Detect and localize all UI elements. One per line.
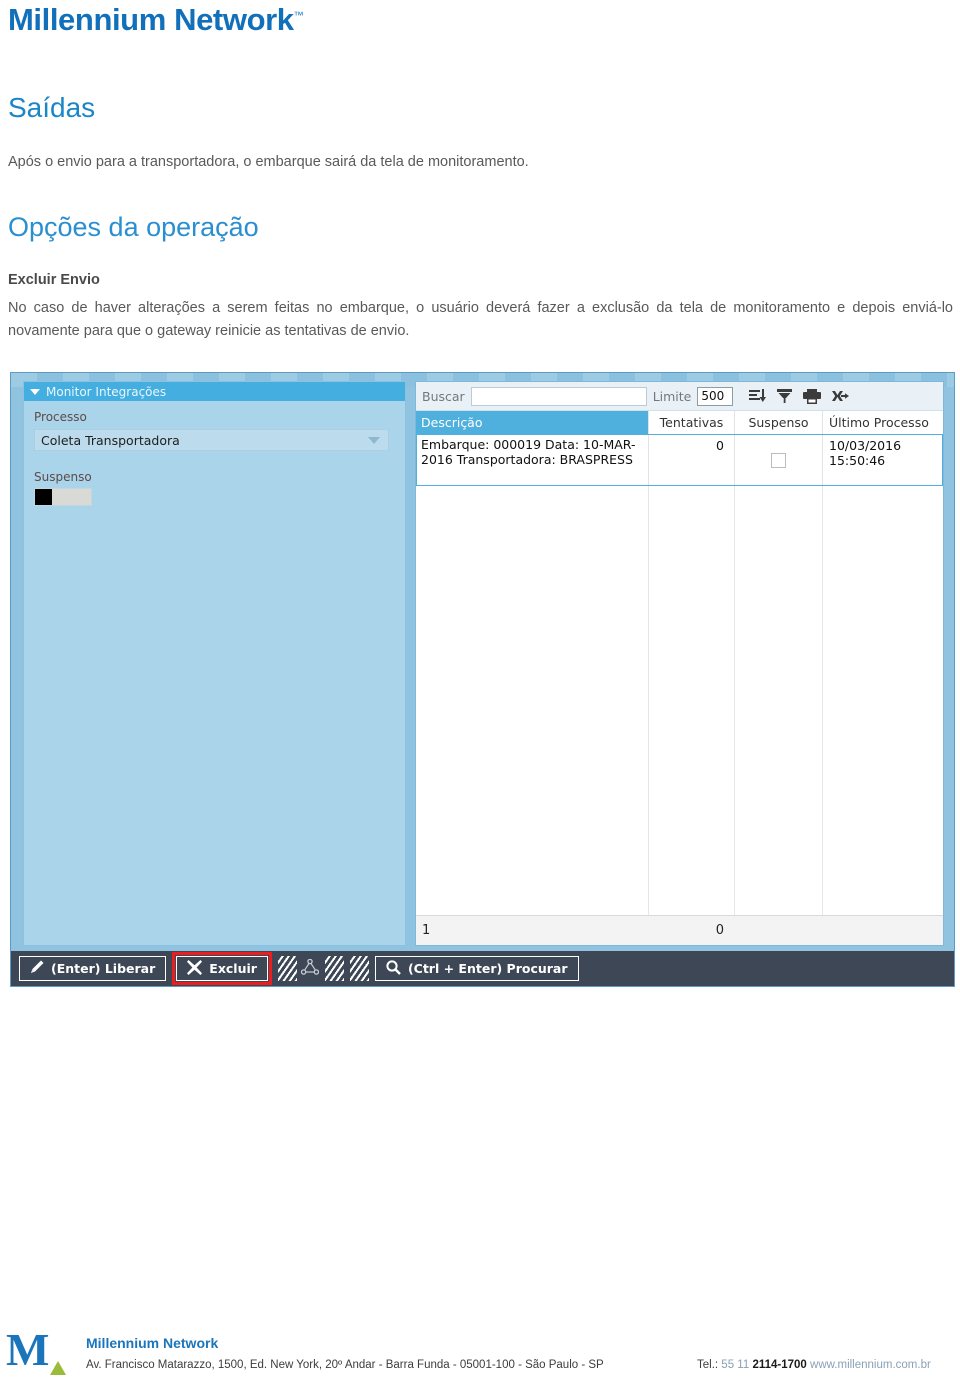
processo-selected-value: Coleta Transportadora [41,432,180,448]
document-page: Millennium Network™ Saídas Após o envio … [0,0,960,1387]
column-header-descricao[interactable]: Descrição [416,411,648,434]
filter-funnel-icon[interactable] [777,388,793,404]
empty-col-tentativas [648,486,734,915]
suspenso-checkbox[interactable] [771,452,786,468]
footer-brand: Millennium Network [86,1335,219,1351]
suspenso-toggle-knob[interactable] [35,489,52,505]
cell-ultimo-processo: 10/03/2016 15:50:46 [822,435,942,485]
excluir-button[interactable]: Excluir [176,956,268,981]
cell-suspenso[interactable] [734,435,822,485]
liberar-button[interactable]: (Enter) Liberar [19,956,167,981]
panel-title: Monitor Integrações [46,384,167,399]
processo-select[interactable]: Coleta Transportadora [34,429,389,451]
page-heading-opcoes: Opções da operação [8,212,259,242]
column-header-ultimo-processo[interactable]: Último Processo [822,411,943,434]
toolbar-separator-hatch-2 [324,956,344,981]
suspenso-label: Suspenso [34,470,92,484]
summary-row-count: 1 [422,923,431,938]
subheading-excluir-envio: Excluir Envio [8,272,100,288]
column-header-suspenso[interactable]: Suspenso [734,411,822,434]
caret-down-icon[interactable] [30,388,40,395]
results-panel: Buscar Limite 500 Descrição Tentativas S… [415,381,944,946]
toolbar-separator-hatch-3 [349,956,369,981]
empty-col-descricao [416,486,648,915]
buscar-label: Buscar [422,388,465,404]
grid-action-icons [749,388,850,404]
cell-descricao: Embarque: 000019 Data: 10-MAR-2016 Trans… [421,437,636,467]
page-heading-saidas: Saídas [8,92,96,123]
footer-contact: Tel.: 55 11 2114-1700 www.millennium.com… [697,1359,931,1371]
export-excel-icon[interactable] [832,389,850,404]
body-paragraph: No caso de haver alterações a serem feit… [8,300,953,339]
brand-title-text: Millennium Network [8,2,294,37]
pencil-icon [30,960,44,977]
excluir-button-label: Excluir [209,961,257,976]
grid-header-row: Descrição Tentativas Suspenso Último Pro… [416,411,943,434]
monitor-integracoes-panel: Monitor Integrações Processo Coleta Tran… [23,381,406,946]
action-toolbar: (Enter) Liberar Excluir (Ctrl + Enter) P… [11,951,954,986]
grid-summary-row: 1 0 [416,915,943,945]
application-screenshot: Monitor Integrações Processo Coleta Tran… [10,372,955,987]
chevron-down-icon[interactable] [368,437,380,444]
footer-tel-number: 2114-1700 [752,1359,807,1371]
cell-tentativas: 0 [648,435,734,485]
lead-paragraph: Após o envio para a transportadora, o em… [8,154,529,170]
footer-logo-letter: M [6,1324,50,1375]
search-input[interactable] [470,386,647,406]
grid-empty-area [416,486,943,915]
suspenso-toggle[interactable] [34,488,92,506]
empty-col-ultimo [822,486,943,915]
page-footer: M Millennium Network Av. Francisco Matar… [0,1317,960,1381]
printer-icon[interactable] [803,388,822,404]
x-cross-icon [187,959,203,978]
magnifier-icon [386,959,401,978]
footer-logo-triangle-icon [50,1361,66,1375]
footer-website[interactable]: www.millennium.com.br [810,1359,931,1371]
node-graph-icon[interactable] [300,958,320,979]
footer-tel-prefix: 55 11 [721,1359,750,1371]
footer-tel-label: Tel.: [697,1359,719,1371]
excluir-highlight-box: Excluir [172,952,272,985]
table-row[interactable]: Embarque: 000019 Data: 10-MAR-2016 Trans… [416,434,943,486]
sort-descending-icon[interactable] [749,388,767,404]
processo-label: Processo [34,410,87,424]
page-brand-title: Millennium Network™ [8,2,304,38]
limite-label: Limite [652,388,692,404]
empty-col-suspenso [734,486,822,915]
liberar-button-label: (Enter) Liberar [51,961,156,976]
trademark-mark: ™ [293,10,304,22]
panel-header[interactable]: Monitor Integrações [24,382,405,401]
toolbar-separator-hatch-1 [277,956,297,981]
column-header-tentativas[interactable]: Tentativas [648,411,734,434]
procurar-button[interactable]: (Ctrl + Enter) Procurar [374,956,579,981]
limite-input[interactable]: 500 [697,386,734,406]
procurar-button-label: (Ctrl + Enter) Procurar [407,961,568,976]
summary-tentativas-total: 0 [715,923,724,938]
footer-address: Av. Francisco Matarazzo, 1500, Ed. New Y… [86,1359,604,1371]
search-toolbar: Buscar Limite 500 [416,382,943,411]
